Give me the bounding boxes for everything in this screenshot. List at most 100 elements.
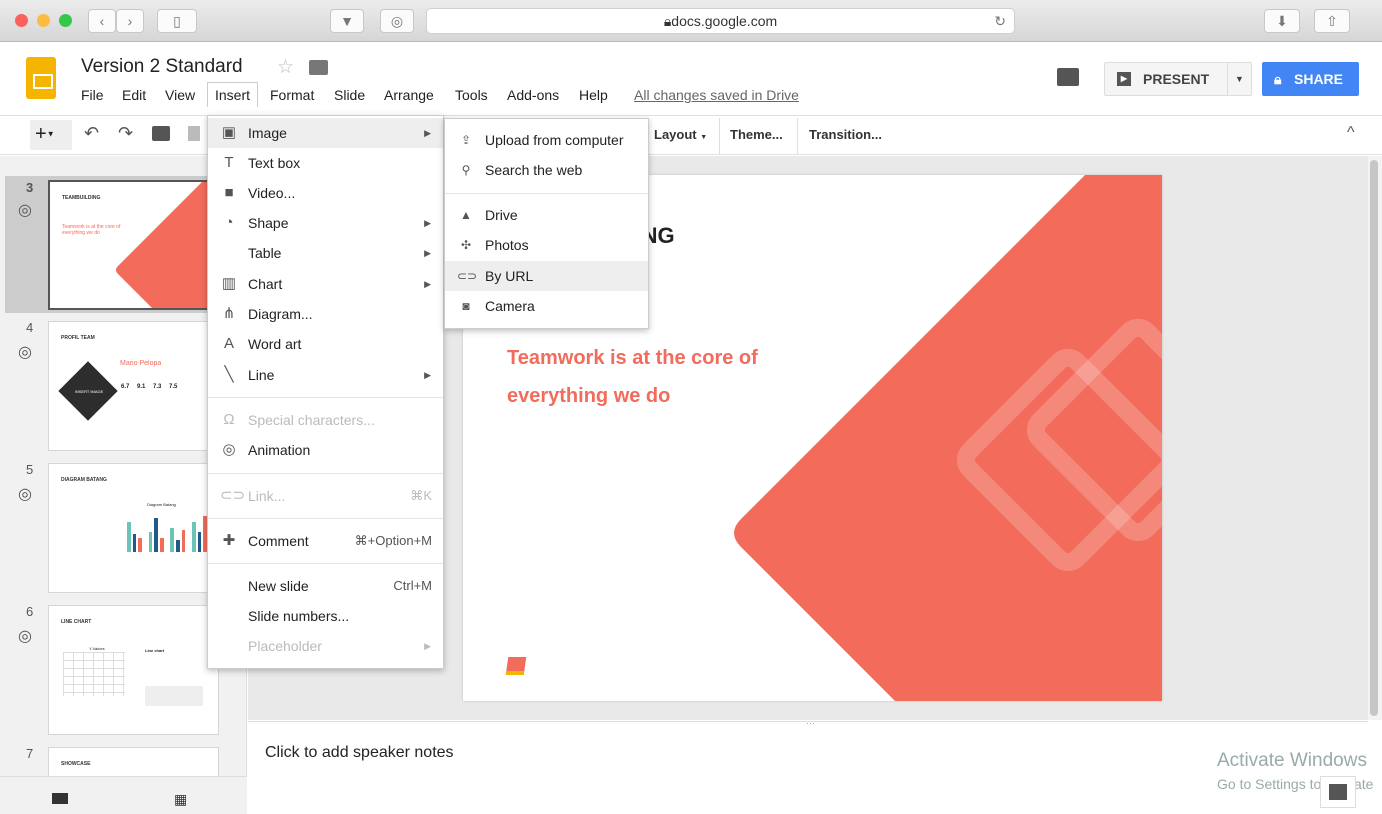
slide-thumbnail-7[interactable]: SHOWCASE xyxy=(48,747,219,776)
reload-icon[interactable]: ↻ xyxy=(994,9,1006,34)
new-slide-button[interactable]: +▼ xyxy=(30,120,72,150)
share-sheet-icon[interactable]: ⇧ xyxy=(1314,9,1350,33)
menu-item-label: Search the web xyxy=(485,162,583,178)
lock-icon: 🔒︎ xyxy=(1274,71,1282,87)
layout-button[interactable]: Layout ▼ xyxy=(654,127,707,142)
menu-divider xyxy=(445,193,648,194)
address-bar[interactable]: 🔒︎docs.google.com ↻ xyxy=(426,8,1015,34)
shortcut-label: ⌘K xyxy=(410,488,432,503)
menu-item-label: Word art xyxy=(248,336,302,352)
vertical-scrollbar[interactable] xyxy=(1368,156,1382,720)
image-submenu-item-drive[interactable]: ▲ Drive xyxy=(445,200,648,230)
image-submenu-item-search-the-web[interactable]: ⚲ Search the web xyxy=(445,155,648,185)
text-box-icon: T xyxy=(224,154,234,171)
menu-help[interactable]: Help xyxy=(579,87,608,103)
notes-resize-handle[interactable]: ··· xyxy=(806,718,815,728)
insert-menu-item-animation[interactable]: ◎ Animation xyxy=(208,435,443,465)
undo-icon[interactable]: ↶ xyxy=(84,123,99,144)
play-icon: ▶ xyxy=(1117,72,1131,86)
chevron-down-icon[interactable]: ▼ xyxy=(47,130,55,139)
filmstrip-footer: ▦ xyxy=(0,776,247,814)
extension-icon[interactable]: ◎ xyxy=(380,9,414,33)
redo-icon[interactable]: ↷ xyxy=(118,123,133,144)
shape-icon: ◔ xyxy=(224,214,234,231)
save-status-link[interactable]: All changes saved in Drive xyxy=(634,87,799,103)
menu-addons[interactable]: Add-ons xyxy=(507,87,559,103)
insert-menu-item-text-box[interactable]: T Text box xyxy=(208,148,443,178)
animation-icon: ◎ xyxy=(222,441,236,458)
download-icon[interactable]: ⬇ xyxy=(1264,9,1300,33)
insert-menu-item-line[interactable]: ╲ Line ▶ xyxy=(208,360,443,390)
slide-thumbnail-3[interactable]: TEAMBUILDING Teamwork is at the core of … xyxy=(48,180,219,310)
insert-menu-item-word-art[interactable]: A Word art xyxy=(208,329,443,359)
insert-menu-item-chart[interactable]: ▥ Chart ▶ xyxy=(208,269,443,299)
slide-shape xyxy=(116,182,217,308)
insert-menu-item-link: ⊂⊃ Link... ⌘K xyxy=(208,481,443,511)
grid-view-icon[interactable]: ▦ xyxy=(174,791,187,808)
slide-thumbnail-6[interactable]: LINE CHART Y-Values Line chart xyxy=(48,605,219,735)
shortcut-label: Ctrl+M xyxy=(393,578,432,593)
menu-format[interactable]: Format xyxy=(270,87,314,103)
menu-item-label: Drive xyxy=(485,207,518,223)
image-submenu-item-upload-from-computer[interactable]: ⇪ Upload from computer xyxy=(445,125,648,155)
chart-icon: ▥ xyxy=(221,275,237,292)
image-submenu-item-camera[interactable]: ◙ Camera xyxy=(445,291,648,321)
present-dropdown-chevron-icon[interactable]: ▼ xyxy=(1227,63,1251,95)
menu-tools[interactable]: Tools xyxy=(455,87,488,103)
insert-menu-item-shape[interactable]: ◔ Shape ▶ xyxy=(208,208,443,238)
sidebar-toggle-icon[interactable]: ▯ xyxy=(157,9,197,33)
menu-item-label: Link... xyxy=(248,488,286,504)
transition-button[interactable]: Transition... xyxy=(809,127,882,142)
menu-slide[interactable]: Slide xyxy=(334,87,365,103)
insert-menu-item-slide-numbers[interactable]: Slide numbers... xyxy=(208,601,443,631)
folder-icon[interactable] xyxy=(309,60,328,75)
paint-format-icon[interactable] xyxy=(188,126,200,141)
shortcut-label: ⌘+Option+M xyxy=(354,533,432,548)
forward-button[interactable]: › xyxy=(116,9,144,33)
watermark: Activate Windows xyxy=(1217,750,1367,771)
menu-insert[interactable]: Insert xyxy=(207,82,259,107)
star-icon[interactable]: ☆ xyxy=(277,56,294,79)
comments-icon[interactable] xyxy=(1057,68,1079,86)
menu-view[interactable]: View xyxy=(165,87,195,103)
divider xyxy=(719,118,720,154)
menu-file[interactable]: File xyxy=(81,87,104,103)
share-button[interactable]: 🔒︎ SHARE xyxy=(1262,62,1359,96)
insert-menu-item-video[interactable]: ■ Video... xyxy=(208,178,443,208)
present-button[interactable]: ▶ PRESENT ▼ xyxy=(1104,62,1252,96)
image-submenu-item-by-url[interactable]: ⊂⊃ By URL xyxy=(445,261,648,291)
menu-edit[interactable]: Edit xyxy=(122,87,146,103)
menu-divider xyxy=(208,397,443,398)
insert-menu-item-image[interactable]: ▣ Image ▶ xyxy=(208,118,443,148)
print-icon[interactable] xyxy=(152,126,170,141)
menu-item-label: Upload from computer xyxy=(485,132,624,148)
slide-quote[interactable]: Teamwork is at the core of everything we… xyxy=(507,339,807,415)
submenu-arrow-icon: ▶ xyxy=(424,279,431,289)
insert-menu-item-table[interactable]: Table ▶ xyxy=(208,238,443,268)
slide-thumbnail-5[interactable]: DIAGRAM BATANG Diagram Batang xyxy=(48,463,219,593)
menu-item-label: Placeholder xyxy=(248,638,322,654)
theme-button[interactable]: Theme... xyxy=(730,127,783,142)
insert-menu-item-diagram[interactable]: ⋔ Diagram... xyxy=(208,299,443,329)
menu-divider xyxy=(208,518,443,519)
speaker-notes[interactable]: Click to add speaker notes xyxy=(248,721,1368,814)
menu-divider xyxy=(208,563,443,564)
menu-arrange[interactable]: Arrange xyxy=(384,87,434,103)
collapse-toolbar-icon[interactable]: ^ xyxy=(1347,124,1355,142)
zoom-window-button[interactable] xyxy=(59,14,72,27)
close-window-button[interactable] xyxy=(15,14,28,27)
menu-item-label: Comment xyxy=(248,533,309,549)
minimize-window-button[interactable] xyxy=(37,14,50,27)
slide-thumbnail-4[interactable]: PROFIL TEAM INSERT IMAGE Mario Pelopa 6.… xyxy=(48,321,219,451)
insert-menu-item-new-slide[interactable]: New slide Ctrl+M xyxy=(208,571,443,601)
slides-logo[interactable] xyxy=(26,57,56,99)
document-title[interactable]: Version 2 Standard xyxy=(81,56,243,78)
image-submenu-item-photos[interactable]: ✣ Photos xyxy=(445,230,648,260)
pocket-icon[interactable]: ▼ xyxy=(330,9,364,33)
back-button[interactable]: ‹ xyxy=(88,9,116,33)
omega-icon: Ω xyxy=(223,411,235,428)
filmstrip-view-icon[interactable] xyxy=(52,793,68,804)
explore-button[interactable] xyxy=(1320,776,1356,808)
submenu-arrow-icon: ▶ xyxy=(424,218,431,228)
insert-menu-item-comment[interactable]: ✚ Comment ⌘+Option+M xyxy=(208,526,443,556)
